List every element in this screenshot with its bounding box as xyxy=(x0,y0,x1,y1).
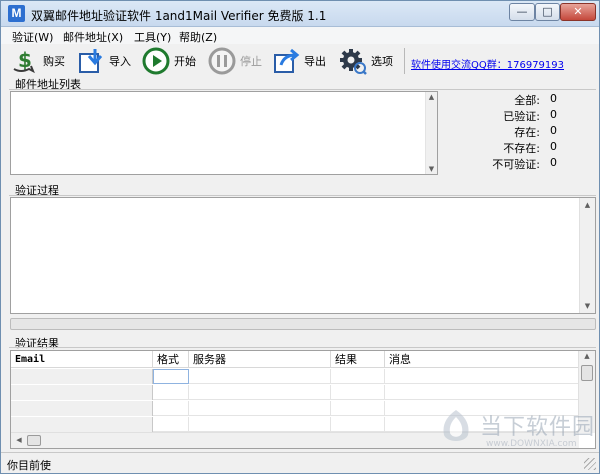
stats-panel: 全部: 0 已验证: 0 存在: 0 不存在: 0 不可验证: 0 xyxy=(442,91,596,175)
stat-label: 不存在: xyxy=(503,142,540,155)
stat-label: 存在: xyxy=(514,126,540,139)
close-button[interactable]: ✕ xyxy=(560,3,596,21)
table-row[interactable] xyxy=(11,385,579,400)
watermark-cn: 当下软件园 xyxy=(480,415,596,440)
export-icon xyxy=(274,48,300,73)
stat-value: 0 xyxy=(550,140,557,153)
progress-bar xyxy=(10,318,596,330)
email-list[interactable]: ▲ ▼ xyxy=(10,91,438,175)
menu-tools[interactable]: 工具(Y) xyxy=(134,29,171,45)
scroll-left-arrow-icon[interactable]: ◀ xyxy=(13,436,25,444)
resize-grip-icon[interactable] xyxy=(584,458,596,470)
email-list-scrollbar[interactable]: ▲ ▼ xyxy=(425,92,437,174)
grid-cell[interactable] xyxy=(331,369,385,384)
buy-button[interactable]: $ 购买 xyxy=(11,46,65,76)
buy-label: 购买 xyxy=(43,55,65,68)
stat-label: 已验证: xyxy=(503,110,540,123)
qq-group-link[interactable]: 软件使用交流QQ群：176979193 xyxy=(411,56,564,71)
minimize-button[interactable]: — xyxy=(509,3,535,21)
grid-cell[interactable] xyxy=(331,417,385,432)
column-result[interactable]: 结果 xyxy=(331,351,385,368)
options-label: 选项 xyxy=(371,55,393,68)
email-list-divider xyxy=(9,89,596,90)
watermark-en: www.DOWNXIA.com xyxy=(486,439,577,449)
scroll-thumb[interactable] xyxy=(27,435,41,446)
stat-not-exists: 不存在: 0 xyxy=(442,140,596,156)
grid-cell[interactable] xyxy=(153,385,189,400)
import-label: 导入 xyxy=(109,55,131,68)
export-label: 导出 xyxy=(304,55,326,68)
import-button[interactable]: 导入 xyxy=(77,46,131,76)
scroll-up-arrow-icon[interactable]: ▲ xyxy=(580,201,595,209)
column-email[interactable]: Email xyxy=(11,351,153,368)
grid-cell[interactable] xyxy=(189,369,331,384)
app-logo-icon: M xyxy=(8,5,25,22)
watermark-logo-icon xyxy=(443,410,469,441)
stat-unverifiable: 不可验证: 0 xyxy=(442,156,596,172)
stop-label: 停止 xyxy=(240,55,262,68)
stop-button[interactable]: 停止 xyxy=(208,46,262,76)
scroll-down-arrow-icon[interactable]: ▼ xyxy=(580,302,595,310)
pause-icon xyxy=(208,47,236,75)
process-divider xyxy=(9,195,596,196)
app-window: M 双翼邮件地址验证软件 1and1Mail Verifier 免费版 1.1 … xyxy=(0,0,600,474)
results-divider xyxy=(9,347,596,348)
menu-bar: 验证(W) 邮件地址(X) 工具(Y) 帮助(Z) xyxy=(1,27,599,44)
options-button[interactable]: 选项 xyxy=(339,46,393,76)
scroll-up-arrow-icon[interactable]: ▲ xyxy=(426,93,437,101)
menu-email-address[interactable]: 邮件地址(X) xyxy=(63,29,123,45)
title-bar[interactable]: M 双翼邮件地址验证软件 1and1Mail Verifier 免费版 1.1 … xyxy=(1,1,599,27)
dollar-icon: $ xyxy=(13,48,35,74)
column-server[interactable]: 服务器 xyxy=(189,351,331,368)
import-icon xyxy=(79,49,103,73)
stat-label: 不可验证: xyxy=(492,158,540,171)
grid-cell[interactable] xyxy=(11,385,153,400)
status-bar: 你目前使 xyxy=(1,452,599,473)
start-label: 开始 xyxy=(174,55,196,68)
grid-cell[interactable] xyxy=(153,417,189,432)
maximize-button[interactable]: □ xyxy=(535,3,560,21)
stat-total: 全部: 0 xyxy=(442,92,596,108)
gear-icon xyxy=(340,49,367,75)
toolbar: $ 购买 导入 开始 停止 导出 选项 软件使用交流QQ群：176979193 xyxy=(1,44,599,77)
grid-cell[interactable] xyxy=(189,401,331,416)
table-row[interactable] xyxy=(11,369,579,384)
stat-verified: 已验证: 0 xyxy=(442,108,596,124)
scroll-thumb[interactable] xyxy=(581,365,593,381)
stat-label: 全部: xyxy=(514,94,540,107)
grid-cell[interactable] xyxy=(331,385,385,400)
grid-cell[interactable] xyxy=(153,401,189,416)
stat-value: 0 xyxy=(550,124,557,137)
stat-value: 0 xyxy=(550,156,557,169)
stat-value: 0 xyxy=(550,92,557,105)
scroll-up-arrow-icon[interactable]: ▲ xyxy=(579,352,595,360)
scroll-down-arrow-icon[interactable]: ▼ xyxy=(426,165,437,173)
menu-help[interactable]: 帮助(Z) xyxy=(179,29,217,45)
stat-exists: 存在: 0 xyxy=(442,124,596,140)
process-log[interactable]: ▲ ▼ xyxy=(10,197,596,314)
export-button[interactable]: 导出 xyxy=(272,46,326,76)
stat-value: 0 xyxy=(550,108,557,121)
play-icon xyxy=(142,47,170,75)
grid-header: Email 格式 服务器 结果 消息 xyxy=(11,351,579,368)
window-title: 双翼邮件地址验证软件 1and1Mail Verifier 免费版 1.1 xyxy=(31,9,327,23)
grid-cell[interactable] xyxy=(189,385,331,400)
grid-cell-selected[interactable] xyxy=(153,369,189,384)
column-format[interactable]: 格式 xyxy=(153,351,189,368)
grid-cell[interactable] xyxy=(11,401,153,416)
status-text: 你目前使 xyxy=(7,459,51,472)
toolbar-separator xyxy=(404,48,405,74)
start-button[interactable]: 开始 xyxy=(142,46,196,76)
menu-verify[interactable]: 验证(W) xyxy=(12,29,53,45)
grid-cell[interactable] xyxy=(189,417,331,432)
grid-cell[interactable] xyxy=(11,417,153,432)
results-title: 验证结果 xyxy=(15,337,59,350)
grid-cell[interactable] xyxy=(11,369,153,384)
watermark: 当下软件园 www.DOWNXIA.com xyxy=(436,403,596,453)
grid-cell[interactable] xyxy=(331,401,385,416)
process-log-scrollbar[interactable]: ▲ ▼ xyxy=(579,198,595,313)
column-message[interactable]: 消息 xyxy=(385,351,579,368)
